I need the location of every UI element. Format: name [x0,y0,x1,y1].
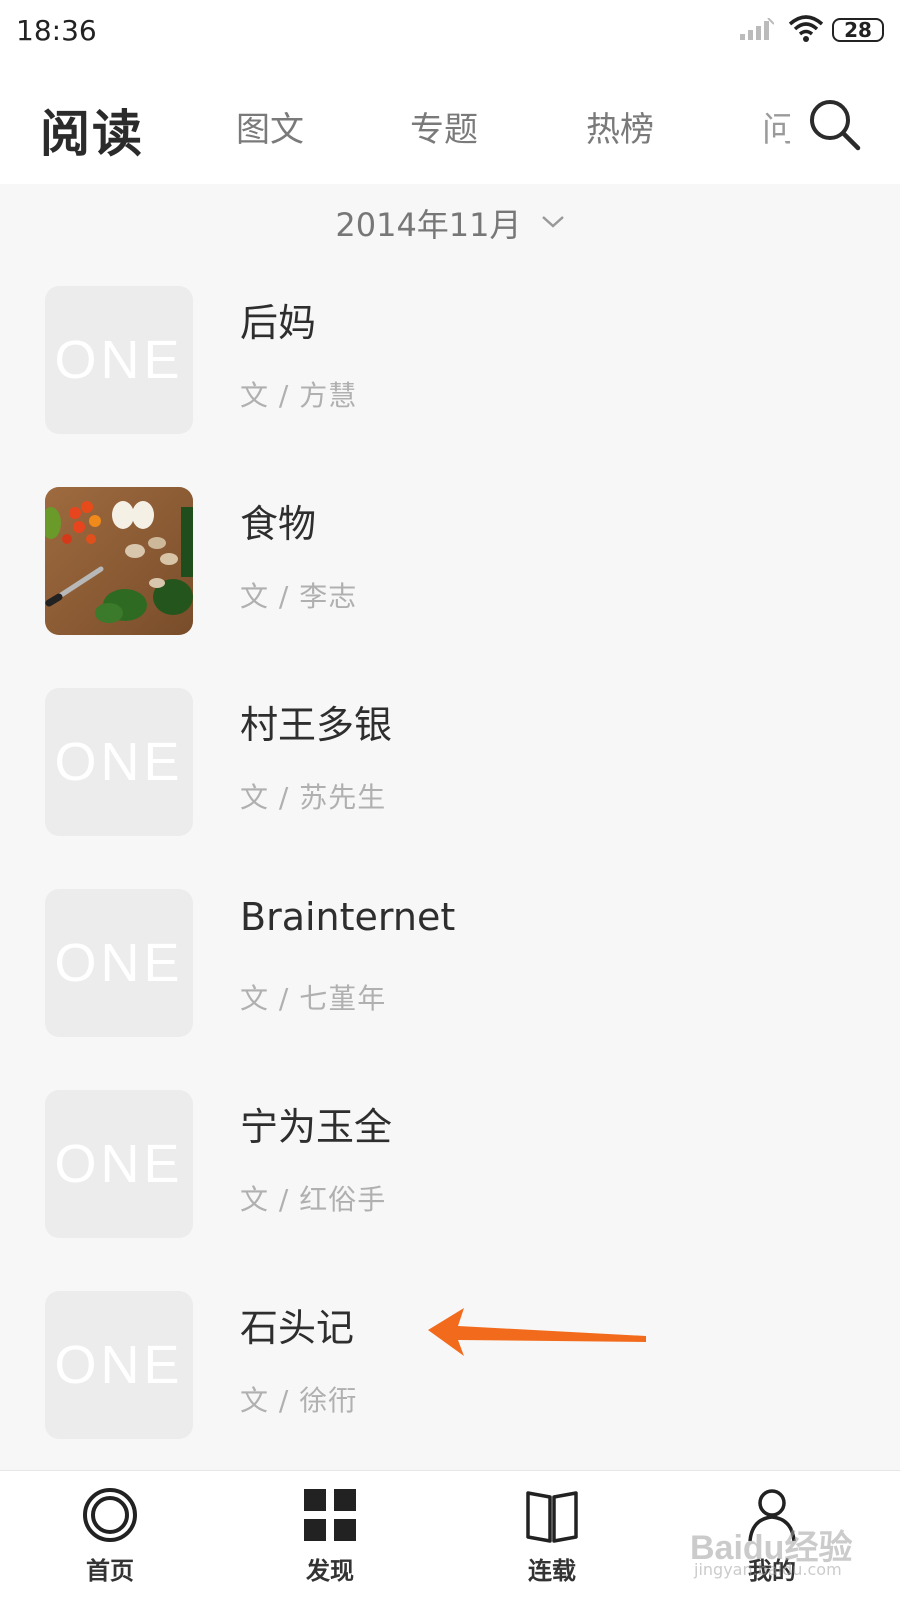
nav-serial[interactable]: 连载 [472,1471,632,1601]
one-logo-text: ONE [54,732,184,792]
nav-discover[interactable]: 发现 [250,1471,410,1601]
grid-icon [302,1487,358,1543]
one-logo-text: ONE [54,330,184,390]
one-logo-thumbnail: ONE [45,1291,193,1439]
status-time: 18:36 [16,14,97,47]
article-title: 石头记 [240,1306,355,1350]
one-logo-thumbnail: ONE [45,286,193,434]
tab-pictures[interactable]: 图文 [236,102,304,151]
search-icon[interactable] [806,96,862,152]
battery-icon: 28 [832,18,884,42]
article-author: 文 / 方慧 [240,379,358,412]
month-selector[interactable]: 2014年11月 [0,200,900,270]
one-logo-text: ONE [54,1134,184,1194]
status-bar: 18:36 28 [0,0,900,64]
annotation-arrow-icon [428,1308,654,1362]
food-photo-thumbnail [45,487,193,635]
page-title: 阅读 [40,105,144,163]
article-title: 后妈 [240,301,317,345]
list-item[interactable]: ONE 宁为玉全 文 / 红俗手 [0,1090,900,1240]
article-author: 文 / 苏先生 [240,781,387,814]
article-title: 村王多银 [240,703,393,747]
tab-topics[interactable]: 专题 [410,102,478,151]
one-logo-thumbnail: ONE [45,889,193,1037]
tab-questions[interactable]: 问 [762,102,790,151]
chevron-down-icon [541,214,565,233]
top-header: 阅读 图文 专题 热榜 问 [0,64,900,184]
baidu-watermark-url: jingyan.baidu.com [694,1560,842,1579]
book-icon [524,1487,580,1543]
one-logo-thumbnail: ONE [45,688,193,836]
one-logo-text: ONE [54,1335,184,1395]
nav-serial-label: 连载 [528,1557,576,1585]
month-label: 2014年11月 [335,206,522,244]
article-title: 食物 [240,502,317,546]
one-logo-text: ONE [54,933,184,993]
article-author: 文 / 李志 [240,580,358,613]
article-title: Brainternet [240,895,456,939]
list-item[interactable]: 食物 文 / 李志 [0,487,900,637]
list-item[interactable]: ONE 村王多银 文 / 苏先生 [0,688,900,838]
one-logo-thumbnail: ONE [45,1090,193,1238]
nav-discover-label: 发现 [306,1557,354,1585]
article-author: 文 / 七堇年 [240,982,387,1015]
article-author: 文 / 红俗手 [240,1183,387,1216]
signal-icon [740,17,775,44]
wifi-icon [788,14,824,48]
list-item[interactable]: ONE 后妈 文 / 方慧 [0,286,900,436]
list-item[interactable]: ONE Brainternet 文 / 七堇年 [0,889,900,1039]
nav-home[interactable]: 首页 [30,1471,190,1601]
article-title: 宁为玉全 [240,1105,393,1149]
article-author: 文 / 徐衎 [240,1384,358,1417]
nav-home-label: 首页 [86,1557,134,1585]
home-ring-icon [82,1487,138,1543]
tab-hot-list[interactable]: 热榜 [586,102,654,151]
